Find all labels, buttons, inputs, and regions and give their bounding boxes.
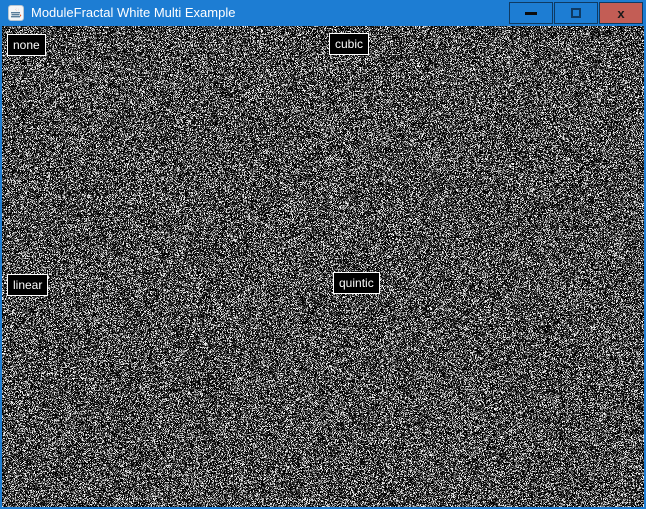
minimize-dash-icon	[525, 12, 537, 15]
window-title: ModuleFractal White Multi Example	[31, 0, 509, 26]
maximize-button[interactable]	[554, 2, 598, 24]
minimize-button[interactable]	[509, 2, 553, 24]
titlebar-buttons: x	[509, 2, 643, 24]
app-window: ModuleFractal White Multi Example x none…	[0, 0, 646, 509]
interp-label-none: none	[7, 34, 46, 56]
interp-label-linear: linear	[7, 274, 48, 296]
close-button[interactable]: x	[599, 2, 643, 24]
close-x-icon: x	[617, 7, 624, 20]
white-noise-image	[2, 26, 644, 507]
interp-label-cubic: cubic	[329, 33, 369, 55]
java-coffee-cup-icon	[8, 5, 24, 21]
maximize-square-outline-icon	[571, 8, 581, 18]
interp-label-quintic: quintic	[333, 272, 380, 294]
titlebar[interactable]: ModuleFractal White Multi Example x	[0, 0, 646, 26]
noise-viewport: none cubic linear quintic	[2, 26, 644, 507]
